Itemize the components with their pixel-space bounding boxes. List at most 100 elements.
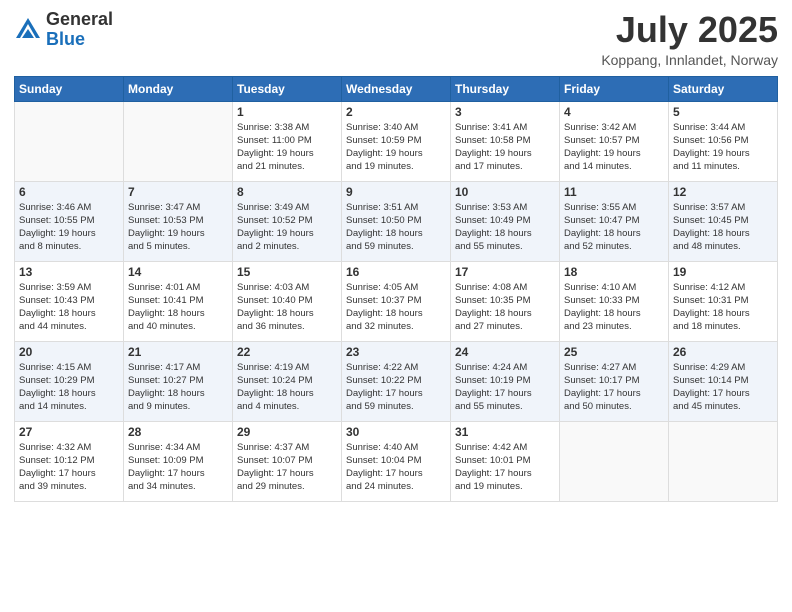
calendar-cell: 26Sunrise: 4:29 AM Sunset: 10:14 PM Dayl… xyxy=(669,341,778,421)
day-number: 15 xyxy=(237,265,337,279)
calendar-cell: 10 Sunrise: 3:53 AM Sunset: 10:49 PM Dayl… xyxy=(451,181,560,261)
calendar-cell: 1Sunrise: 3:38 AM Sunset: 11:00 PM Dayli… xyxy=(233,101,342,181)
day-info: Sunrise: 4:17 AM Sunset: 10:27 PM Daylig… xyxy=(128,361,228,414)
header: General Blue July 2025 Koppang, Innlande… xyxy=(14,10,778,68)
day-number: 21 xyxy=(128,345,228,359)
day-info: Sunrise: 4:22 AM Sunset: 10:22 PM Daylig… xyxy=(346,361,446,414)
calendar-cell: 9 Sunrise: 3:51 AM Sunset: 10:50 PM Dayli… xyxy=(342,181,451,261)
calendar-cell: 8Sunrise: 3:49 AM Sunset: 10:52 PM Dayli… xyxy=(233,181,342,261)
calendar-cell: 18 Sunrise: 4:10 AM Sunset: 10:33 PM Dayl… xyxy=(560,261,669,341)
calendar-cell: 3 Sunrise: 3:41 AM Sunset: 10:58 PM Dayli… xyxy=(451,101,560,181)
day-number: 31 xyxy=(455,425,555,439)
title-block: July 2025 Koppang, Innlandet, Norway xyxy=(601,10,778,68)
calendar-cell: 17 Sunrise: 4:08 AM Sunset: 10:35 PM Dayl… xyxy=(451,261,560,341)
day-number: 16 xyxy=(346,265,446,279)
calendar-week-row: 27 Sunrise: 4:32 AM Sunset: 10:12 PM Dayl… xyxy=(15,421,778,501)
calendar-table: SundayMondayTuesdayWednesdayThursdayFrid… xyxy=(14,76,778,502)
day-number: 10 xyxy=(455,185,555,199)
day-info: Sunrise: 4:15 AM Sunset: 10:29 PM Daylig… xyxy=(19,361,119,414)
weekday-header-sunday: Sunday xyxy=(15,76,124,101)
day-info: Sunrise: 3:44 AM Sunset: 10:56 PM Daylig… xyxy=(673,121,773,174)
day-number: 23 xyxy=(346,345,446,359)
day-info: Sunrise: 3:55 AM Sunset: 10:47 PM Daylig… xyxy=(564,201,664,254)
calendar-cell xyxy=(669,421,778,501)
day-number: 2 xyxy=(346,105,446,119)
day-info: Sunrise: 3:41 AM Sunset: 10:58 PM Daylig… xyxy=(455,121,555,174)
weekday-header-row: SundayMondayTuesdayWednesdayThursdayFrid… xyxy=(15,76,778,101)
logo-general-text: General xyxy=(46,9,113,29)
day-info: Sunrise: 4:05 AM Sunset: 10:37 PM Daylig… xyxy=(346,281,446,334)
day-info: Sunrise: 4:19 AM Sunset: 10:24 PM Daylig… xyxy=(237,361,337,414)
weekday-header-wednesday: Wednesday xyxy=(342,76,451,101)
weekday-header-saturday: Saturday xyxy=(669,76,778,101)
page: General Blue July 2025 Koppang, Innlande… xyxy=(0,0,792,612)
day-number: 12 xyxy=(673,185,773,199)
day-number: 11 xyxy=(564,185,664,199)
day-number: 27 xyxy=(19,425,119,439)
day-number: 4 xyxy=(564,105,664,119)
calendar-cell: 27 Sunrise: 4:32 AM Sunset: 10:12 PM Dayl… xyxy=(15,421,124,501)
day-number: 26 xyxy=(673,345,773,359)
calendar-cell: 16 Sunrise: 4:05 AM Sunset: 10:37 PM Dayl… xyxy=(342,261,451,341)
day-info: Sunrise: 4:24 AM Sunset: 10:19 PM Daylig… xyxy=(455,361,555,414)
calendar-cell xyxy=(560,421,669,501)
day-number: 24 xyxy=(455,345,555,359)
day-number: 20 xyxy=(19,345,119,359)
logo-icon xyxy=(14,16,42,44)
day-number: 28 xyxy=(128,425,228,439)
day-number: 9 xyxy=(346,185,446,199)
calendar-cell: 31 Sunrise: 4:42 AM Sunset: 10:01 PM Dayl… xyxy=(451,421,560,501)
calendar-cell: 14 Sunrise: 4:01 AM Sunset: 10:41 PM Dayl… xyxy=(124,261,233,341)
calendar-cell: 11 Sunrise: 3:55 AM Sunset: 10:47 PM Dayl… xyxy=(560,181,669,261)
location-subtitle: Koppang, Innlandet, Norway xyxy=(601,52,778,68)
calendar-cell: 24 Sunrise: 4:24 AM Sunset: 10:19 PM Dayl… xyxy=(451,341,560,421)
day-info: Sunrise: 3:59 AM Sunset: 10:43 PM Daylig… xyxy=(19,281,119,334)
day-info: Sunrise: 3:42 AM Sunset: 10:57 PM Daylig… xyxy=(564,121,664,174)
day-number: 17 xyxy=(455,265,555,279)
calendar-cell: 12Sunrise: 3:57 AM Sunset: 10:45 PM Dayl… xyxy=(669,181,778,261)
calendar-cell: 23 Sunrise: 4:22 AM Sunset: 10:22 PM Dayl… xyxy=(342,341,451,421)
day-number: 30 xyxy=(346,425,446,439)
logo: General Blue xyxy=(14,10,113,50)
day-info: Sunrise: 3:49 AM Sunset: 10:52 PM Daylig… xyxy=(237,201,337,254)
calendar-cell: 30Sunrise: 4:40 AM Sunset: 10:04 PM Dayl… xyxy=(342,421,451,501)
day-info: Sunrise: 4:27 AM Sunset: 10:17 PM Daylig… xyxy=(564,361,664,414)
weekday-header-friday: Friday xyxy=(560,76,669,101)
day-number: 7 xyxy=(128,185,228,199)
day-info: Sunrise: 3:47 AM Sunset: 10:53 PM Daylig… xyxy=(128,201,228,254)
calendar-week-row: 6Sunrise: 3:46 AM Sunset: 10:55 PM Dayli… xyxy=(15,181,778,261)
day-info: Sunrise: 3:53 AM Sunset: 10:49 PM Daylig… xyxy=(455,201,555,254)
calendar-cell: 25Sunrise: 4:27 AM Sunset: 10:17 PM Dayl… xyxy=(560,341,669,421)
calendar-cell: 7 Sunrise: 3:47 AM Sunset: 10:53 PM Dayli… xyxy=(124,181,233,261)
day-number: 13 xyxy=(19,265,119,279)
weekday-header-thursday: Thursday xyxy=(451,76,560,101)
calendar-cell: 6Sunrise: 3:46 AM Sunset: 10:55 PM Dayli… xyxy=(15,181,124,261)
day-info: Sunrise: 4:08 AM Sunset: 10:35 PM Daylig… xyxy=(455,281,555,334)
calendar-cell: 13 Sunrise: 3:59 AM Sunset: 10:43 PM Dayl… xyxy=(15,261,124,341)
calendar-cell: 4 Sunrise: 3:42 AM Sunset: 10:57 PM Dayli… xyxy=(560,101,669,181)
day-info: Sunrise: 4:37 AM Sunset: 10:07 PM Daylig… xyxy=(237,441,337,494)
month-year-title: July 2025 xyxy=(601,10,778,50)
calendar-cell: 28 Sunrise: 4:34 AM Sunset: 10:09 PM Dayl… xyxy=(124,421,233,501)
day-number: 3 xyxy=(455,105,555,119)
day-number: 19 xyxy=(673,265,773,279)
day-info: Sunrise: 4:34 AM Sunset: 10:09 PM Daylig… xyxy=(128,441,228,494)
calendar-week-row: 20 Sunrise: 4:15 AM Sunset: 10:29 PM Dayl… xyxy=(15,341,778,421)
weekday-header-tuesday: Tuesday xyxy=(233,76,342,101)
calendar-week-row: 1Sunrise: 3:38 AM Sunset: 11:00 PM Dayli… xyxy=(15,101,778,181)
weekday-header-monday: Monday xyxy=(124,76,233,101)
day-info: Sunrise: 4:32 AM Sunset: 10:12 PM Daylig… xyxy=(19,441,119,494)
calendar-week-row: 13 Sunrise: 3:59 AM Sunset: 10:43 PM Dayl… xyxy=(15,261,778,341)
day-info: Sunrise: 3:51 AM Sunset: 10:50 PM Daylig… xyxy=(346,201,446,254)
day-number: 14 xyxy=(128,265,228,279)
calendar-cell: 22Sunrise: 4:19 AM Sunset: 10:24 PM Dayl… xyxy=(233,341,342,421)
calendar-cell: 2Sunrise: 3:40 AM Sunset: 10:59 PM Dayli… xyxy=(342,101,451,181)
day-info: Sunrise: 4:10 AM Sunset: 10:33 PM Daylig… xyxy=(564,281,664,334)
day-number: 18 xyxy=(564,265,664,279)
logo-text: General Blue xyxy=(46,10,113,50)
day-info: Sunrise: 4:01 AM Sunset: 10:41 PM Daylig… xyxy=(128,281,228,334)
day-info: Sunrise: 4:42 AM Sunset: 10:01 PM Daylig… xyxy=(455,441,555,494)
day-number: 1 xyxy=(237,105,337,119)
day-number: 5 xyxy=(673,105,773,119)
calendar-cell xyxy=(15,101,124,181)
